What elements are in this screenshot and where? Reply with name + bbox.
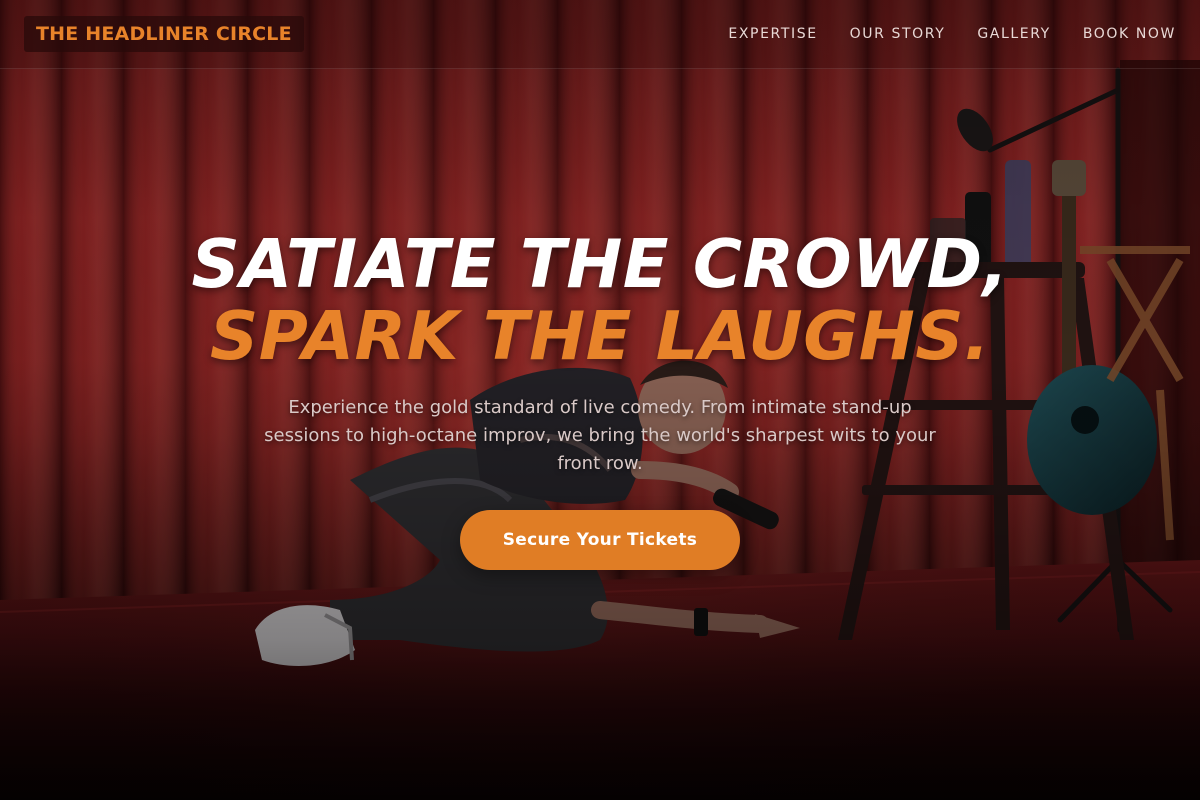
site-logo[interactable]: THE HEADLINER CIRCLE — [24, 16, 304, 52]
nav-link-expertise[interactable]: EXPERTISE — [728, 24, 817, 44]
page: THE HEADLINER CIRCLE EXPERTISE OUR STORY… — [0, 0, 1200, 800]
nav-link-book-now[interactable]: BOOK NOW — [1083, 24, 1176, 44]
hero-headline-line-2: SPARK THE LAUGHS. — [210, 297, 990, 375]
hero-headline: SATIATE THE CROWD, SPARK THE LAUGHS. — [0, 228, 1200, 372]
hero-headline-line-1: SATIATE THE CROWD, — [191, 225, 1009, 303]
nav-link-our-story[interactable]: OUR STORY — [850, 24, 946, 44]
secure-tickets-button[interactable]: Secure Your Tickets — [460, 510, 740, 570]
site-header: THE HEADLINER CIRCLE EXPERTISE OUR STORY… — [0, 0, 1200, 69]
main-navigation: EXPERTISE OUR STORY GALLERY BOOK NOW — [728, 24, 1176, 44]
hero-subtitle: Experience the gold standard of live com… — [264, 397, 936, 474]
hero-section: SATIATE THE CROWD, SPARK THE LAUGHS. Exp… — [0, 228, 1200, 570]
nav-link-gallery[interactable]: GALLERY — [977, 24, 1050, 44]
